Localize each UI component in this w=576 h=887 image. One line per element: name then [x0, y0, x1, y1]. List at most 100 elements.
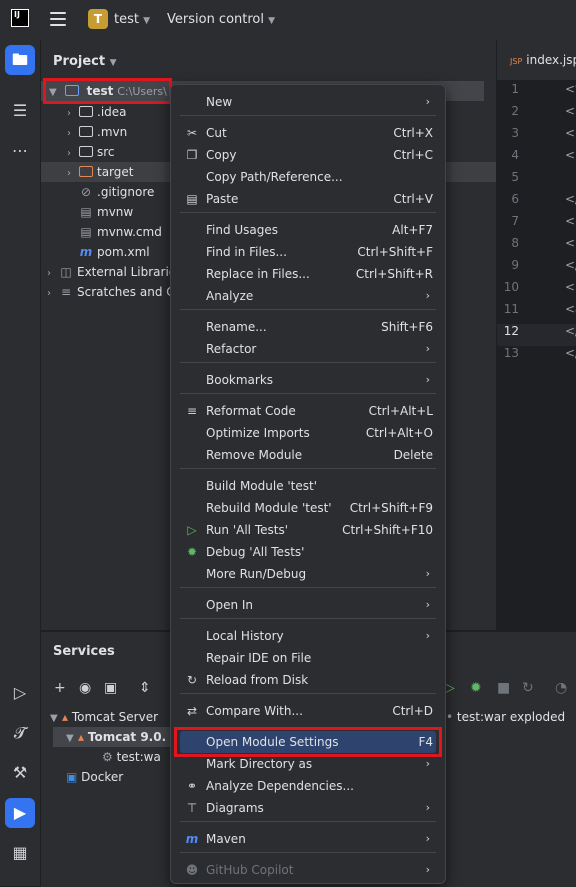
structure-icon: ☰	[12, 101, 28, 120]
tree-item-mvn[interactable]: › .mvn	[41, 122, 127, 142]
menu-item-diagrams[interactable]: ⊤ Diagrams ›	[180, 797, 436, 819]
run-icon: ▷	[13, 683, 27, 702]
menu-item-shortcut: Ctrl+X	[393, 126, 433, 140]
project-panel-title[interactable]: Project ▼	[53, 54, 117, 69]
tree-item-mvnw-cmd[interactable]: ▤ mvnw.cmd	[41, 222, 162, 242]
line-number: 13	[503, 346, 519, 360]
project-tool-button[interactable]: 🖿	[5, 45, 35, 75]
eye-icon[interactable]: ◉	[79, 680, 91, 696]
menu-separator	[180, 852, 436, 853]
problems-tool-button[interactable]: ⚒	[5, 758, 35, 788]
menu-item-optimize-imports[interactable]: Optimize Imports Ctrl+Alt+O	[180, 422, 436, 444]
tree-item-idea[interactable]: › .idea	[41, 102, 127, 122]
menu-item-label: Debug 'All Tests'	[206, 545, 305, 559]
menu-item-analyze-dependencies[interactable]: ⚭ Analyze Dependencies...	[180, 775, 436, 797]
line-number: 2	[511, 104, 519, 118]
menu-item-run-all-tests[interactable]: ▷ Run 'All Tests' Ctrl+Shift+F10	[180, 519, 436, 541]
menu-item-copy[interactable]: ❐ Copy Ctrl+C	[180, 144, 436, 166]
menu-item-cut[interactable]: ✂ Cut Ctrl+X	[180, 122, 436, 144]
menu-item-rebuild-module-test[interactable]: Rebuild Module 'test' Ctrl+Shift+F9	[180, 497, 436, 519]
menu-item-label: Run 'All Tests'	[206, 523, 288, 537]
menu-item-reformat-code[interactable]: ≡ Reformat Code Ctrl+Alt+L	[180, 400, 436, 422]
expand-collapse-icon[interactable]: ⇕	[139, 680, 151, 696]
menu-item-compare-with[interactable]: ⇄ Compare With... Ctrl+D	[180, 700, 436, 722]
ignore-file-icon: ⊘	[80, 185, 92, 199]
diagrams-icon: ⊤	[186, 801, 198, 815]
menu-item-remove-module[interactable]: Remove Module Delete	[180, 444, 436, 466]
dependencies-icon: ⚭	[186, 779, 198, 793]
menu-item-label: Find in Files...	[206, 245, 287, 259]
menu-item-replace-in-files[interactable]: Replace in Files... Ctrl+Shift+R	[180, 263, 436, 285]
chevron-right-icon: ›	[425, 373, 430, 386]
build-tool-button[interactable]: 𝓣	[5, 718, 35, 748]
more-icon: ⋯	[12, 141, 28, 160]
code-fragment: </	[565, 346, 576, 360]
menu-item-maven[interactable]: m Maven ›	[180, 828, 436, 850]
menu-item-refactor[interactable]: Refactor ›	[180, 338, 436, 360]
menu-item-repair-ide-on-file[interactable]: Repair IDE on File	[180, 647, 436, 669]
menu-item-open-in[interactable]: Open In ›	[180, 594, 436, 616]
menu-item-find-usages[interactable]: Find Usages Alt+F7	[180, 219, 436, 241]
menu-item-bookmarks[interactable]: Bookmarks ›	[180, 369, 436, 391]
folder-icon	[79, 146, 93, 157]
menu-item-copy-path-reference[interactable]: Copy Path/Reference...	[180, 166, 436, 188]
service-artifact[interactable]: ⚙ test:wa	[102, 747, 161, 767]
menu-item-shortcut: Ctrl+Alt+L	[368, 404, 433, 418]
code-fragment: </	[565, 192, 576, 206]
reload-icon: ↻	[186, 673, 198, 687]
more-tools-button[interactable]: ⋯	[5, 136, 35, 166]
run-icon: ▷	[187, 523, 197, 537]
tree-item-src[interactable]: › src	[41, 142, 115, 162]
menu-item-paste[interactable]: ▤ Paste Ctrl+V	[180, 188, 436, 210]
menu-item-label: Remove Module	[206, 448, 303, 462]
add-icon[interactable]: +	[54, 680, 66, 696]
tree-item-gitignore[interactable]: ⊘ .gitignore	[41, 182, 154, 202]
new-group-icon[interactable]: ▣	[104, 680, 117, 696]
menu-item-label: Local History	[206, 629, 284, 643]
menu-item-find-in-files[interactable]: Find in Files... Ctrl+Shift+F	[180, 241, 436, 263]
menu-item-reload-from-disk[interactable]: ↻ Reload from Disk	[180, 669, 436, 691]
artifact-icon: ⚙	[102, 750, 113, 764]
main-menu-icon[interactable]	[50, 12, 66, 30]
tree-item-external-libraries[interactable]: › ◫ External Libraries	[41, 262, 182, 282]
menu-item-github-copilot[interactable]: ☻ GitHub Copilot ›	[180, 859, 436, 881]
profiler-icon[interactable]: ◔	[555, 680, 567, 696]
menu-separator	[180, 693, 436, 694]
menu-item-new[interactable]: New ›	[180, 91, 436, 113]
tree-item-scratches[interactable]: › ≡ Scratches and C	[41, 282, 175, 302]
tree-item-mvnw[interactable]: ▤ mvnw	[41, 202, 133, 222]
menu-item-local-history[interactable]: Local History ›	[180, 625, 436, 647]
editor-tab-index-jsp[interactable]: JSP index.jsp	[510, 53, 576, 67]
line-number: 3	[511, 126, 519, 140]
debug-icon[interactable]: ✹	[470, 680, 482, 696]
menu-item-label: Refactor	[206, 342, 257, 356]
structure-tool-button[interactable]: ☰	[5, 96, 35, 126]
version-control-menu[interactable]: Version control ▼	[167, 12, 275, 27]
service-tomcat-instance[interactable]: ▼ ▴ Tomcat 9.0.	[66, 727, 166, 747]
service-tomcat-server[interactable]: ▼ ▴ Tomcat Server	[50, 707, 158, 727]
line-number: 6	[511, 192, 519, 206]
services-tool-button[interactable]: ▶	[5, 798, 35, 828]
project-switcher[interactable]: test ▼	[114, 12, 150, 27]
code-fragment: <b	[565, 280, 576, 294]
menu-item-debug-all-tests[interactable]: ✹ Debug 'All Tests'	[180, 541, 436, 563]
menu-item-more-run-debug[interactable]: More Run/Debug ›	[180, 563, 436, 585]
project-badge[interactable]: T	[88, 9, 108, 29]
menu-item-shortcut: Shift+F6	[381, 320, 433, 334]
terminal-tool-button[interactable]: ▦	[5, 838, 35, 868]
script-file-icon: ▤	[80, 205, 92, 219]
menu-item-rename[interactable]: Rename... Shift+F6	[180, 316, 436, 338]
menu-item-label: Analyze Dependencies...	[206, 779, 354, 793]
menu-item-build-module-test[interactable]: Build Module 'test'	[180, 475, 436, 497]
menu-item-shortcut: Ctrl+Shift+F	[357, 245, 433, 259]
menu-item-analyze[interactable]: Analyze ›	[180, 285, 436, 307]
project-switcher-label: test	[114, 12, 139, 27]
run-tool-button[interactable]: ▷	[5, 678, 35, 708]
menu-item-label: Rename...	[206, 320, 267, 334]
tree-item-label: src	[97, 145, 115, 159]
tree-item-pom[interactable]: m pom.xml	[41, 242, 150, 262]
service-docker[interactable]: ▣ Docker	[66, 767, 123, 787]
rerun-icon[interactable]: ↻	[522, 680, 534, 696]
stop-icon[interactable]: ■	[497, 680, 510, 696]
line-number: 1	[511, 82, 519, 96]
